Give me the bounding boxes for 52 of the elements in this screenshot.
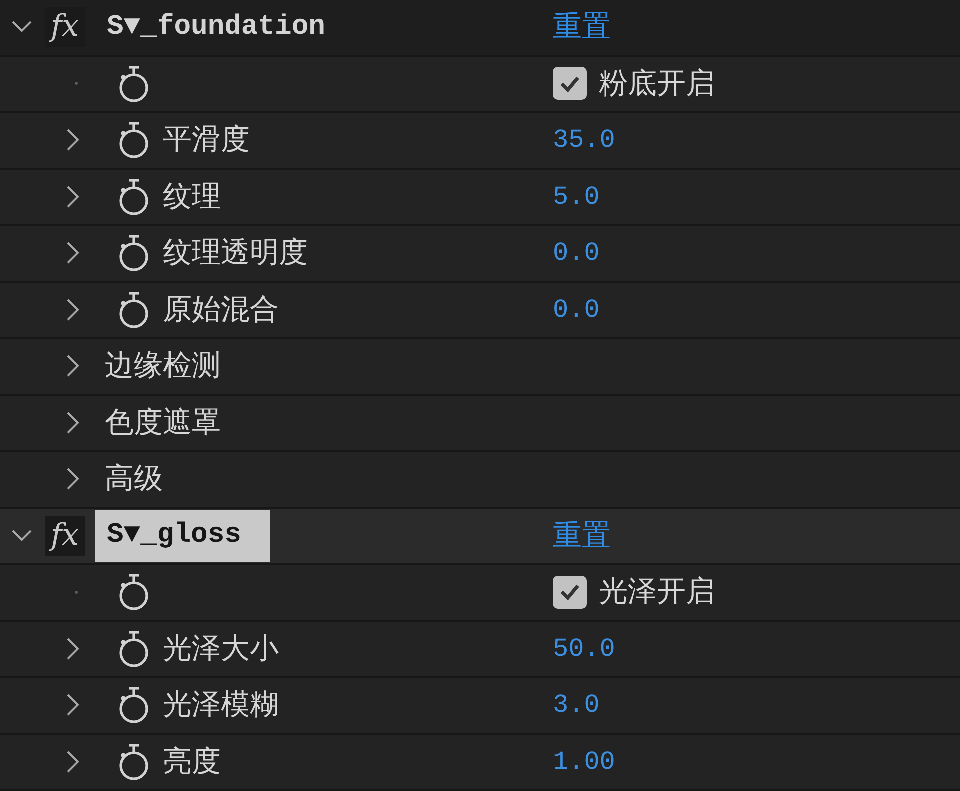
- checkbox-label: 粉底开启: [599, 64, 715, 102]
- stopwatch-icon[interactable]: [117, 178, 151, 216]
- stopwatch-icon[interactable]: [117, 64, 151, 103]
- property-label: 纹理透明度: [163, 234, 308, 272]
- dot-icon: [75, 590, 78, 594]
- chevron-right-icon[interactable]: [67, 750, 79, 773]
- stopwatch-icon[interactable]: [117, 742, 151, 781]
- group-label[interactable]: 色度遮罩: [105, 402, 221, 443]
- chevron-right-icon[interactable]: [67, 186, 79, 208]
- stopwatch-icon[interactable]: [117, 686, 151, 724]
- chevron-right-icon[interactable]: [67, 468, 79, 490]
- dot-icon: [75, 82, 78, 86]
- fx-badge: fx: [45, 516, 85, 556]
- property-label: 光泽模糊: [163, 686, 279, 724]
- check-icon: [560, 584, 580, 600]
- property-value[interactable]: 1.00: [553, 746, 616, 777]
- group-label[interactable]: 边缘检测: [105, 346, 221, 386]
- property-value[interactable]: 0.0: [553, 294, 600, 325]
- check-icon: [560, 76, 580, 92]
- property-value[interactable]: 35.0: [553, 125, 616, 156]
- property-value[interactable]: 50.0: [553, 634, 616, 664]
- chevron-right-icon[interactable]: [67, 242, 79, 264]
- chevron-right-icon[interactable]: [67, 694, 79, 716]
- property-value[interactable]: 3.0: [553, 690, 600, 720]
- chevron-right-icon[interactable]: [67, 638, 79, 660]
- reset-link[interactable]: 重置: [553, 7, 611, 48]
- fx-badge: fx: [45, 7, 85, 48]
- checkbox[interactable]: [553, 576, 587, 609]
- chevron-down-icon[interactable]: [12, 530, 32, 542]
- stopwatch-icon[interactable]: [117, 630, 151, 668]
- effect-name[interactable]: S▼_foundation: [95, 1, 326, 54]
- checkbox-label: 光泽开启: [599, 573, 715, 610]
- stopwatch-icon[interactable]: [117, 234, 151, 272]
- chevron-down-icon[interactable]: [12, 21, 32, 34]
- group-label[interactable]: 高级: [105, 459, 163, 500]
- stopwatch-icon[interactable]: [117, 573, 151, 612]
- chevron-right-icon[interactable]: [67, 298, 79, 321]
- stopwatch-icon[interactable]: [117, 121, 151, 160]
- property-value[interactable]: 5.0: [553, 182, 600, 212]
- property-label: 平滑度: [163, 121, 250, 158]
- checkbox[interactable]: [553, 67, 587, 100]
- effect-name[interactable]: S▼_gloss: [95, 510, 270, 562]
- stopwatch-icon[interactable]: [117, 290, 151, 329]
- chevron-right-icon[interactable]: [67, 129, 79, 152]
- property-label: 原始混合: [163, 290, 279, 328]
- property-label: 纹理: [163, 178, 221, 215]
- chevron-right-icon[interactable]: [67, 412, 79, 434]
- chevron-right-icon[interactable]: [67, 355, 79, 378]
- property-value[interactable]: 0.0: [553, 238, 600, 268]
- property-label: 光泽大小: [163, 630, 279, 667]
- property-label: 亮度: [163, 742, 221, 780]
- reset-link[interactable]: 重置: [553, 516, 611, 556]
